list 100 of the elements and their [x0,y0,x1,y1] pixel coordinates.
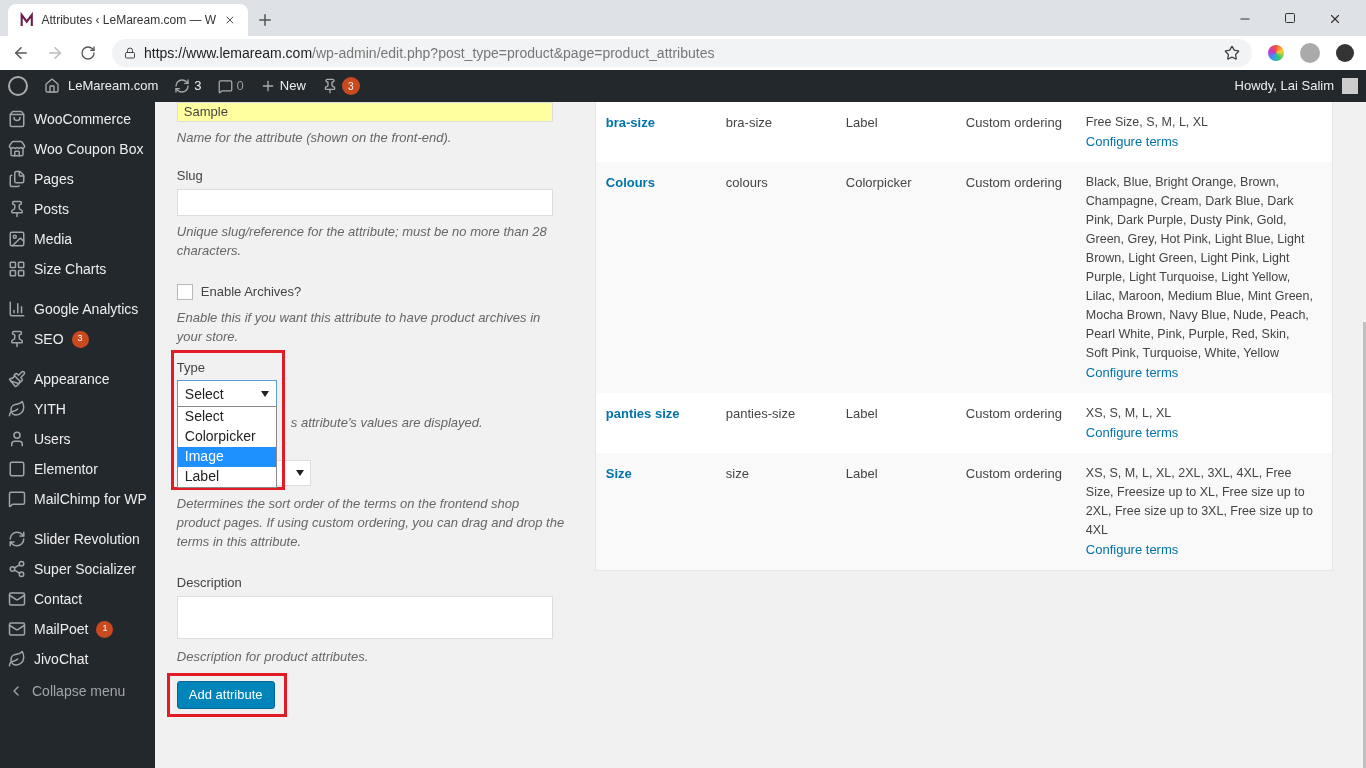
bookmark-star-icon[interactable] [1224,45,1240,61]
sidebar-item[interactable]: MailPoet 1 [0,614,155,644]
collapse-menu-button[interactable]: Collapse menu [0,678,155,704]
help-text: Unique slug/reference for the attribute; must be no more than 28 characters. [176,223,548,260]
sidebar-item[interactable]: Google Analytics [0,294,155,324]
dropdown-option[interactable]: Select [177,406,276,427]
sidebar-item[interactable]: Appearance [0,364,155,394]
refresh-icon [8,530,26,548]
table-cell-text: Colorpicker [845,174,913,192]
configure-terms-link[interactable]: Configure terms [1085,540,1179,559]
sidebar-item[interactable]: JivoChat [0,644,155,674]
attribute-name-link[interactable]: Size [605,464,726,559]
configure-terms-link[interactable]: Configure terms [1085,363,1179,382]
checkbox[interactable] [176,283,193,300]
updates-link[interactable]: 3 [174,76,202,96]
help-text: Enable this if you want this attribute to have product archives in your store. [176,308,542,346]
reload-icon[interactable] [80,45,96,61]
share-icon [8,560,26,578]
field-label: Slug [176,166,204,185]
configure-terms-link[interactable]: Configure terms [1085,132,1179,151]
chart-icon [8,300,26,318]
sidebar-item[interactable]: Users [0,424,155,454]
square-icon [8,460,26,478]
table-cell-text: colours [725,174,769,192]
type-select[interactable]: Select [176,380,277,408]
sidebar-item[interactable]: Super Socializer [0,554,155,584]
attribute-name-link[interactable]: bra-size [605,113,726,151]
sidebar-item[interactable]: MailChimp for WP [0,484,155,514]
sidebar-item[interactable]: Contact [0,584,155,614]
table-cell-text: size [725,465,750,483]
sidebar-item[interactable]: Pages [0,164,155,194]
table-cell-text: Free Size, S, M, L, XL [1085,114,1210,131]
attribute-name-link[interactable]: Colours [605,173,726,382]
table-cell-text: Custom ordering [965,465,1063,483]
address-bar[interactable]: https://www.lemaream.com/wp-admin/edit.php?post_type=product&page=product_attributes [112,39,1252,67]
help-text: Name for the attribute (shown on the front-end). [176,129,453,147]
sidebar-item[interactable]: Posts [0,194,155,224]
browser-tab[interactable]: Attributes ‹ LeMaream.com — W [8,4,248,36]
back-icon[interactable] [12,44,30,62]
notification-badge: 3 [71,330,89,348]
notification-badge: 1 [96,620,114,638]
table-cell-text: Label [845,114,879,132]
name-field[interactable]: Sample [176,102,553,122]
chat-icon [8,490,26,508]
user-icon [8,430,26,448]
store-icon [8,140,26,158]
attribute-name-link[interactable]: panties size [605,404,726,442]
table-cell-text: XS, S, M, L, XL, 2XL, 3XL, 4XL, Free Size, Freesize up to XL, Free size up to 2XL, Free size up to 3XL, Free size up to 4XL [1085,465,1314,539]
sidebar-item[interactable]: Size Charts [0,254,155,284]
leaf-icon [8,650,26,668]
pages-icon [8,170,26,188]
dropdown-option[interactable]: Colorpicker [177,426,276,447]
site-logo-icon [20,12,34,28]
table-cell-text: Black, Blue, Bright Orange, Brown, Champagne, Cream, Dark Blue, Dark Pink, Dark Purple, Dusty Pink, Gold, Green, Grey, Hot Pink, Light Blue, Light Brown, Light Green, Light Pink, Light Purple, Light Turquoise, Light Yellow, Lilac, Maroon, Medium Blue, Mint Green, Mocha Brown, Navy Blue, Nude, Peach, Pearl White, Pink, Purple, Red, Skin, Soft Pink, Turquoise, White, Yellow [1085,174,1314,362]
configure-terms-link[interactable]: Configure terms [1085,423,1179,442]
bag-icon [8,110,26,128]
site-link[interactable]: LeMaream.com [44,76,159,96]
sidebar-item[interactable]: YITH [0,394,155,424]
slug-field[interactable] [176,189,553,216]
dropdown-option[interactable]: Label [177,466,276,487]
table-cell-text: Label [845,465,879,483]
add-attribute-button[interactable]: Add attribute [176,680,275,709]
user-greeting[interactable]: Howdy, Lai Salim [1234,76,1358,96]
leaf-icon [8,400,26,418]
table-cell-text: panties-size [725,405,797,423]
pin-icon [8,330,26,348]
help-text: Determines the sort order of the terms on the frontend shop product pages. If using custom ordering, you can drag and drop the terms in this attribute. [176,494,565,551]
lock-icon [124,47,136,59]
field-label: Type [176,358,206,377]
table-cell-text: bra-size [725,114,774,132]
grid-icon [8,260,26,278]
sidebar-item[interactable]: WooCommerce [0,104,155,134]
new-tab-icon[interactable] [256,11,274,29]
image-icon [8,230,26,248]
sidebar-item[interactable]: Woo Coupon Box [0,134,155,164]
description-field[interactable] [176,596,553,639]
close-icon[interactable] [1328,12,1342,26]
help-text: Description for product attributes. [176,648,370,666]
new-link[interactable]: New [259,76,306,96]
url-text: https://www.lemaream.com/wp-admin/edit.php?post_type=product&page=product_attributes [144,43,715,63]
tab-title: Attributes ‹ LeMaream.com — W [41,12,217,29]
comments-link[interactable]: 0 [217,76,244,96]
home-icon [44,78,60,94]
sidebar-item[interactable]: Elementor [0,454,155,484]
table-cell-text: Label [845,405,879,423]
caret-icon [295,469,304,476]
mail-icon [8,620,26,638]
caret-icon [260,391,269,397]
pin-icon [8,200,26,218]
checkbox-label: Enable Archives? [200,283,302,301]
refresh-icon [174,78,191,94]
help-text: s attribute's values are displayed. [290,414,483,432]
sidebar-item[interactable]: Slider Revolution [0,524,155,554]
sidebar-item[interactable]: SEO 3 [0,324,155,354]
table-cell-text: XS, S, M, L, XL [1085,405,1173,422]
brush-icon [8,370,26,388]
notification-badge: 3 [341,77,360,95]
table-cell-text: Custom ordering [965,174,1063,192]
sidebar-item[interactable]: Media [0,224,155,254]
maximize-icon[interactable] [1284,12,1296,24]
